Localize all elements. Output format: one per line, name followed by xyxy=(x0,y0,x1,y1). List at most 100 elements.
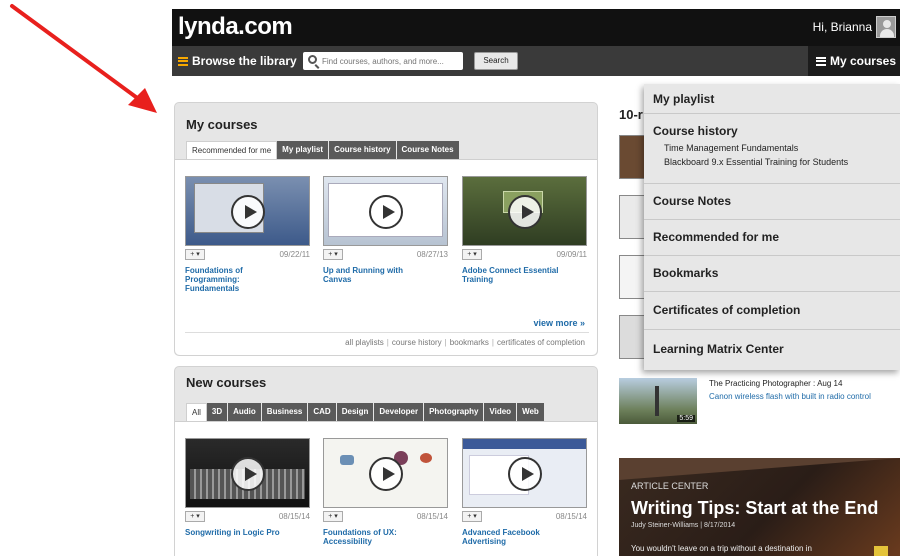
bookmarks-link[interactable]: bookmarks xyxy=(450,338,489,347)
dropdown-item-label: Recommended for me xyxy=(653,230,780,244)
tab-developer[interactable]: Developer xyxy=(374,403,425,421)
lynda-logo[interactable]: lynda.com xyxy=(178,13,293,41)
my-courses-label: My courses xyxy=(829,54,896,68)
tab-audio[interactable]: Audio xyxy=(228,403,262,421)
dropdown-item-course-notes[interactable]: Course Notes xyxy=(644,184,900,220)
top-header: lynda.com Hi, Brianna xyxy=(172,9,900,46)
my-courses-title: My courses xyxy=(186,117,258,132)
course-card[interactable]: + ▾ 08/15/14 Foundations of UX: Accessib… xyxy=(323,438,448,546)
video-thumbnail[interactable] xyxy=(619,255,647,299)
tab-all[interactable]: All xyxy=(186,403,207,421)
course-date: 09/09/11 xyxy=(556,250,587,259)
video-thumbnail[interactable] xyxy=(619,135,647,179)
dropdown-item-label: Certificates of completion xyxy=(653,303,801,317)
my-courses-footer-links: all playlists | course history | bookmarks | c… xyxy=(345,338,585,347)
search-button[interactable]: Search xyxy=(474,52,518,70)
tab-recommended[interactable]: Recommended for me xyxy=(186,141,278,159)
course-title-link[interactable]: Advanced Facebook Advertising xyxy=(462,528,552,546)
course-card[interactable]: + ▾ 08/15/14 Advanced Facebook Advertisi… xyxy=(462,438,587,546)
dropdown-item-course-history[interactable]: Course history Time Management Fundament… xyxy=(644,114,900,184)
tab-my-playlist[interactable]: My playlist xyxy=(277,141,330,159)
tab-3d[interactable]: 3D xyxy=(206,403,229,421)
avatar[interactable] xyxy=(876,16,896,38)
all-playlists-link[interactable]: all playlists xyxy=(345,338,384,347)
search-input[interactable] xyxy=(322,54,460,68)
dropdown-item-my-playlist[interactable]: My playlist xyxy=(644,84,900,114)
add-to-playlist-button[interactable]: + ▾ xyxy=(185,249,205,260)
play-icon[interactable] xyxy=(231,457,265,491)
add-to-playlist-button[interactable]: + ▾ xyxy=(185,511,205,522)
video-title-link[interactable]: Canon wireless flash with built in radio… xyxy=(709,392,894,402)
course-title-link[interactable]: Foundations of Programming: Fundamentals xyxy=(185,266,275,293)
tab-video[interactable]: Video xyxy=(484,403,518,421)
my-courses-content: + ▾ 09/22/11 Foundations of Programming:… xyxy=(175,159,597,355)
dropdown-item-bookmarks[interactable]: Bookmarks xyxy=(644,256,900,292)
course-thumbnail[interactable] xyxy=(185,438,310,508)
tab-web[interactable]: Web xyxy=(517,403,545,421)
course-thumbnail[interactable] xyxy=(185,176,310,246)
course-history-entry[interactable]: Blackboard 9.x Essential Training for St… xyxy=(664,157,848,167)
video-thumbnail[interactable] xyxy=(619,315,647,359)
play-icon[interactable] xyxy=(369,457,403,491)
add-to-playlist-button[interactable]: + ▾ xyxy=(323,511,343,522)
course-thumbnail[interactable] xyxy=(323,438,448,508)
article-center-banner[interactable]: ARTICLE CENTER Writing Tips: Start at th… xyxy=(619,458,900,556)
add-to-playlist-button[interactable]: + ▾ xyxy=(462,511,482,522)
browse-library-button[interactable]: Browse the library xyxy=(178,54,297,68)
search-box xyxy=(303,52,463,70)
article-excerpt: You wouldn't leave on a trip without a d… xyxy=(631,544,812,553)
right-column-heading: 10-r xyxy=(619,107,643,122)
new-courses-content: + ▾ 08/15/14 Songwriting in Logic Pro + … xyxy=(175,421,597,556)
dropdown-item-label: Bookmarks xyxy=(653,266,719,280)
play-icon[interactable] xyxy=(369,195,403,229)
tab-course-notes[interactable]: Course Notes xyxy=(396,141,460,159)
course-title-link[interactable]: Songwriting in Logic Pro xyxy=(185,528,295,537)
my-courses-dropdown: My playlist Course history Time Manageme… xyxy=(644,84,900,370)
video-thumbnail[interactable] xyxy=(619,195,647,239)
play-icon[interactable] xyxy=(508,457,542,491)
dropdown-item-recommended[interactable]: Recommended for me xyxy=(644,220,900,256)
course-card[interactable]: + ▾ 09/09/11 Adobe Connect Essential Tra… xyxy=(462,176,587,284)
course-history-link[interactable]: course history xyxy=(392,338,442,347)
menu-icon xyxy=(178,56,188,66)
new-courses-panel: New courses All 3D Audio Business CAD De… xyxy=(174,366,598,556)
play-icon[interactable] xyxy=(231,195,265,229)
course-title-link[interactable]: Adobe Connect Essential Training xyxy=(462,266,562,284)
annotation-arrow-icon xyxy=(10,4,157,113)
article-center-label: ARTICLE CENTER xyxy=(631,481,709,491)
tab-photography[interactable]: Photography xyxy=(424,403,485,421)
course-title-link[interactable]: Foundations of UX: Accessibility xyxy=(323,528,413,546)
tab-cad[interactable]: CAD xyxy=(308,403,337,421)
course-card[interactable]: + ▾ 09/22/11 Foundations of Programming:… xyxy=(185,176,310,293)
my-courses-tabs: Recommended for me My playlist Course hi… xyxy=(186,141,460,159)
video-duration: 5:59 xyxy=(677,415,695,422)
course-date: 08/15/14 xyxy=(416,512,448,521)
course-title-link[interactable]: Up and Running with Canvas xyxy=(323,266,413,284)
certificates-link[interactable]: certificates of completion xyxy=(497,338,585,347)
course-thumbnail[interactable] xyxy=(323,176,448,246)
course-thumbnail[interactable] xyxy=(462,438,587,508)
add-to-playlist-button[interactable]: + ▾ xyxy=(462,249,482,260)
search-icon xyxy=(308,55,317,64)
dropdown-item-learning-matrix[interactable]: Learning Matrix Center xyxy=(644,330,900,370)
dropdown-item-certificates[interactable]: Certificates of completion xyxy=(644,292,900,330)
tab-business[interactable]: Business xyxy=(261,403,309,421)
tab-course-history[interactable]: Course history xyxy=(329,141,397,159)
user-greeting[interactable]: Hi, Brianna xyxy=(813,20,872,34)
course-history-entry[interactable]: Time Management Fundamentals xyxy=(664,143,798,153)
video-thumbnail[interactable]: 5:59 xyxy=(619,378,697,424)
article-byline: Judy Steiner-Williams | 8/17/2014 xyxy=(631,522,736,529)
tab-design[interactable]: Design xyxy=(336,403,375,421)
course-card[interactable]: + ▾ 08/27/13 Up and Running with Canvas xyxy=(323,176,448,284)
dropdown-item-label: Course Notes xyxy=(653,194,732,208)
view-more-link[interactable]: view more » xyxy=(533,318,585,328)
play-icon[interactable] xyxy=(508,195,542,229)
course-thumbnail[interactable] xyxy=(462,176,587,246)
course-card[interactable]: + ▾ 08/15/14 Songwriting in Logic Pro xyxy=(185,438,310,537)
video-series-title: The Practicing Photographer : Aug 14 xyxy=(709,379,843,388)
article-title[interactable]: Writing Tips: Start at the End xyxy=(631,498,878,519)
add-to-playlist-button[interactable]: + ▾ xyxy=(323,249,343,260)
my-courses-panel: My courses Recommended for me My playlis… xyxy=(174,102,598,356)
my-courses-menu-button[interactable]: My courses xyxy=(807,46,900,76)
browse-library-label: Browse the library xyxy=(192,54,297,68)
